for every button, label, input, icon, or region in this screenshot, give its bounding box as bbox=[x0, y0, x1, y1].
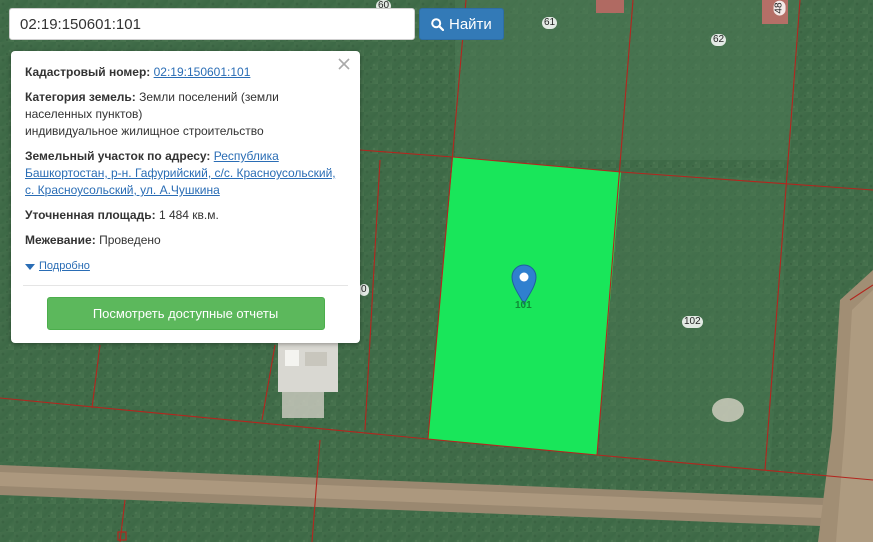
view-reports-button[interactable]: Посмотреть доступные отчеты bbox=[46, 297, 325, 330]
parcel-info-popup: Кадастровый номер: 02:19:150601:101 Кате… bbox=[11, 51, 360, 343]
address-link[interactable]: Башкортостан, р-н. Гафурийский, с/с. Кра… bbox=[25, 166, 336, 180]
details-toggle[interactable]: Подробно bbox=[25, 258, 346, 275]
parcel-label: 61 bbox=[542, 17, 558, 29]
parcel-label: 102 bbox=[682, 316, 703, 328]
area-value: 1 484 кв.м. bbox=[158, 208, 219, 222]
building-yard bbox=[282, 392, 324, 418]
category-value: населенных пунктов) bbox=[25, 107, 143, 121]
area-label: Уточненная площадь: bbox=[25, 208, 156, 222]
parcel-label: 0 bbox=[359, 284, 369, 296]
search-bar: Найти bbox=[9, 8, 504, 40]
close-icon[interactable] bbox=[336, 56, 352, 72]
search-input[interactable] bbox=[9, 8, 415, 40]
address-link[interactable]: Республика bbox=[214, 149, 279, 163]
building-part bbox=[305, 352, 327, 366]
roof bbox=[596, 0, 624, 13]
cadastral-row: Кадастровый номер: 02:19:150601:101 bbox=[25, 64, 346, 81]
category-label: Категория земель: bbox=[25, 90, 136, 104]
parcel-label-selected: 101 bbox=[515, 300, 532, 311]
address-link[interactable]: с. Красноусольский, ул. А.Чушкина bbox=[25, 183, 220, 197]
survey-label: Межевание: bbox=[25, 233, 96, 247]
building-part bbox=[285, 350, 299, 366]
category-value: Земли поселений (земли bbox=[139, 90, 279, 104]
ground-spot bbox=[712, 398, 744, 422]
search-icon bbox=[431, 17, 444, 31]
divider bbox=[23, 285, 348, 286]
survey-row: Межевание: Проведено bbox=[25, 232, 346, 249]
address-label: Земельный участок по адресу: bbox=[25, 149, 211, 163]
area-row: Уточненная площадь: 1 484 кв.м. bbox=[25, 207, 346, 224]
search-button[interactable]: Найти bbox=[419, 8, 504, 40]
survey-value: Проведено bbox=[99, 233, 161, 247]
cadastral-label: Кадастровый номер: bbox=[25, 65, 151, 79]
parcel-label: 48 bbox=[773, 0, 786, 16]
parcel-label: 62 bbox=[711, 34, 727, 46]
cadastral-link[interactable]: 02:19:150601:101 bbox=[154, 65, 251, 79]
field-patch bbox=[455, 0, 800, 160]
search-button-label: Найти bbox=[449, 15, 492, 33]
building bbox=[278, 342, 338, 392]
caret-down-icon bbox=[25, 263, 35, 270]
address-row: Земельный участок по адресу: Республика … bbox=[25, 148, 346, 199]
details-link[interactable]: Подробно bbox=[39, 258, 90, 275]
category-subvalue: индивидуальное жилищное строительство bbox=[25, 124, 264, 138]
category-row: Категория земель: Земли поселений (земли… bbox=[25, 89, 346, 140]
